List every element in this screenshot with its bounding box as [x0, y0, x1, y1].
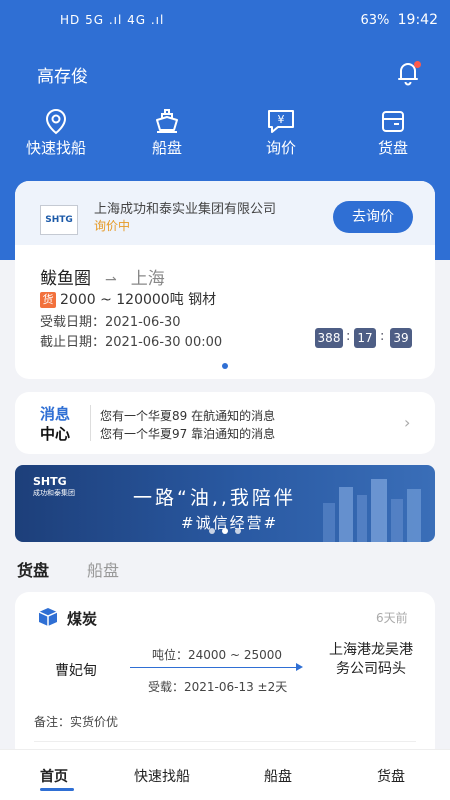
price-chat-icon: ¥ [268, 110, 294, 133]
status-right: 63% 19:42 [360, 12, 438, 28]
cargo-remark: 备注：实货价优 [34, 715, 119, 729]
quick-action-label: 货盘 [377, 139, 408, 157]
quick-ship-market-button[interactable]: 船盘 [122, 107, 212, 158]
bottom-nav: 首页 快速找船 船盘 货盘 [0, 749, 450, 800]
city-skyline-graphic [323, 479, 421, 542]
deadline: 截止日期：2021-06-30 00:00 [40, 335, 223, 350]
cargo-time: 6天前 [376, 611, 408, 625]
divider [34, 741, 416, 742]
route-to: 上海 [130, 269, 165, 289]
banner-logo-text: SHTG [33, 475, 67, 488]
status-bar: HD 5G .ıl 4G .ıl 63% 19:42 [0, 0, 450, 42]
banner-subtitle: #诚信经营# [181, 514, 279, 532]
port-to: 上海港龙吴港务公司码头 [329, 642, 413, 677]
location-pin-icon [45, 108, 67, 135]
clock: 19:42 [397, 12, 438, 28]
inquiry-status: 询价中 [94, 219, 131, 233]
message-center-logo: 消息 中心 [40, 404, 80, 444]
countdown-hours: 388 [315, 328, 343, 348]
nav-active-indicator [40, 788, 74, 791]
carousel-indicator [222, 363, 228, 369]
quick-action-label: 询价 [265, 139, 296, 157]
countdown-separator: : [346, 329, 351, 344]
go-inquiry-button[interactable]: 去询价 [333, 201, 413, 233]
route-from: 鲅鱼圈 [40, 269, 91, 289]
quick-inquiry-button[interactable]: ¥ 询价 [236, 107, 326, 158]
nav-cargo-market[interactable]: 货盘 [377, 766, 405, 786]
tab-ship[interactable]: 船盘 [87, 557, 119, 581]
message-item[interactable]: 您有一个华夏89 在航通知的消息 [100, 407, 275, 424]
cargo-name: 煤炭 [67, 610, 98, 628]
network-indicator: HD 5G .ıl 4G .ıl [60, 13, 165, 27]
banner-logo: SHTG 成功和泰集团 [33, 475, 75, 498]
svg-text:¥: ¥ [278, 113, 285, 126]
countdown-separator: : [380, 329, 385, 344]
ship-icon [156, 109, 178, 133]
company-logo: SHTG [40, 205, 78, 235]
quick-cargo-market-button[interactable]: 货盘 [348, 107, 438, 158]
cube-icon [38, 608, 58, 626]
message-logo-top: 消息 [40, 405, 71, 423]
route-line [130, 667, 300, 668]
user-name: 高存俊 [37, 67, 88, 87]
quick-action-label: 船盘 [151, 139, 182, 157]
banner-logo-sub: 成功和泰集团 [33, 489, 75, 497]
company-name: 上海成功和泰实业集团有限公司 [94, 202, 277, 217]
message-logo-bottom: 中心 [40, 425, 71, 443]
countdown-minutes: 17 [354, 328, 376, 348]
load-date: 受载日期：2021-06-30 [40, 315, 181, 330]
quick-find-ship-button[interactable]: 快速找船 [11, 107, 101, 158]
cargo-loading-date: 受载：2021-06-13 ±2天 [148, 680, 288, 694]
tab-cargo[interactable]: 货盘 [17, 557, 49, 581]
cargo-detail-text: 2000 ~ 120000吨 钢材 [60, 292, 217, 308]
battery-level: 63 [360, 13, 378, 28]
banner-dot [209, 528, 215, 534]
message-item[interactable]: 您有一个华夏97 靠泊通知的消息 [100, 425, 275, 442]
divider [90, 405, 91, 441]
port-from: 曹妃甸 [55, 663, 97, 679]
chevron-right-icon[interactable]: › [404, 413, 410, 432]
quick-action-label: 快速找船 [25, 139, 86, 157]
nav-find-ship[interactable]: 快速找船 [134, 766, 190, 786]
banner-slogan: 一路“油,,我陪伴 [133, 487, 296, 509]
nav-home[interactable]: 首页 [40, 766, 68, 786]
cargo-detail: 货 2000 ~ 120000吨 钢材 [40, 289, 216, 309]
nav-ship-market[interactable]: 船盘 [264, 766, 292, 786]
route-arrow-icon: ⇀ [105, 272, 117, 288]
cargo-tonnage: 吨位：24000 ~ 25000 [152, 648, 283, 662]
banner-dot-active [222, 528, 228, 534]
countdown-seconds: 39 [390, 328, 412, 348]
wallet-icon [382, 111, 404, 132]
banner-dot [235, 528, 241, 534]
cargo-badge: 货 [40, 292, 56, 308]
notification-dot [414, 61, 421, 68]
arrow-right-icon [296, 663, 303, 671]
route: 鲅鱼圈 ⇀ 上海 [40, 264, 165, 289]
